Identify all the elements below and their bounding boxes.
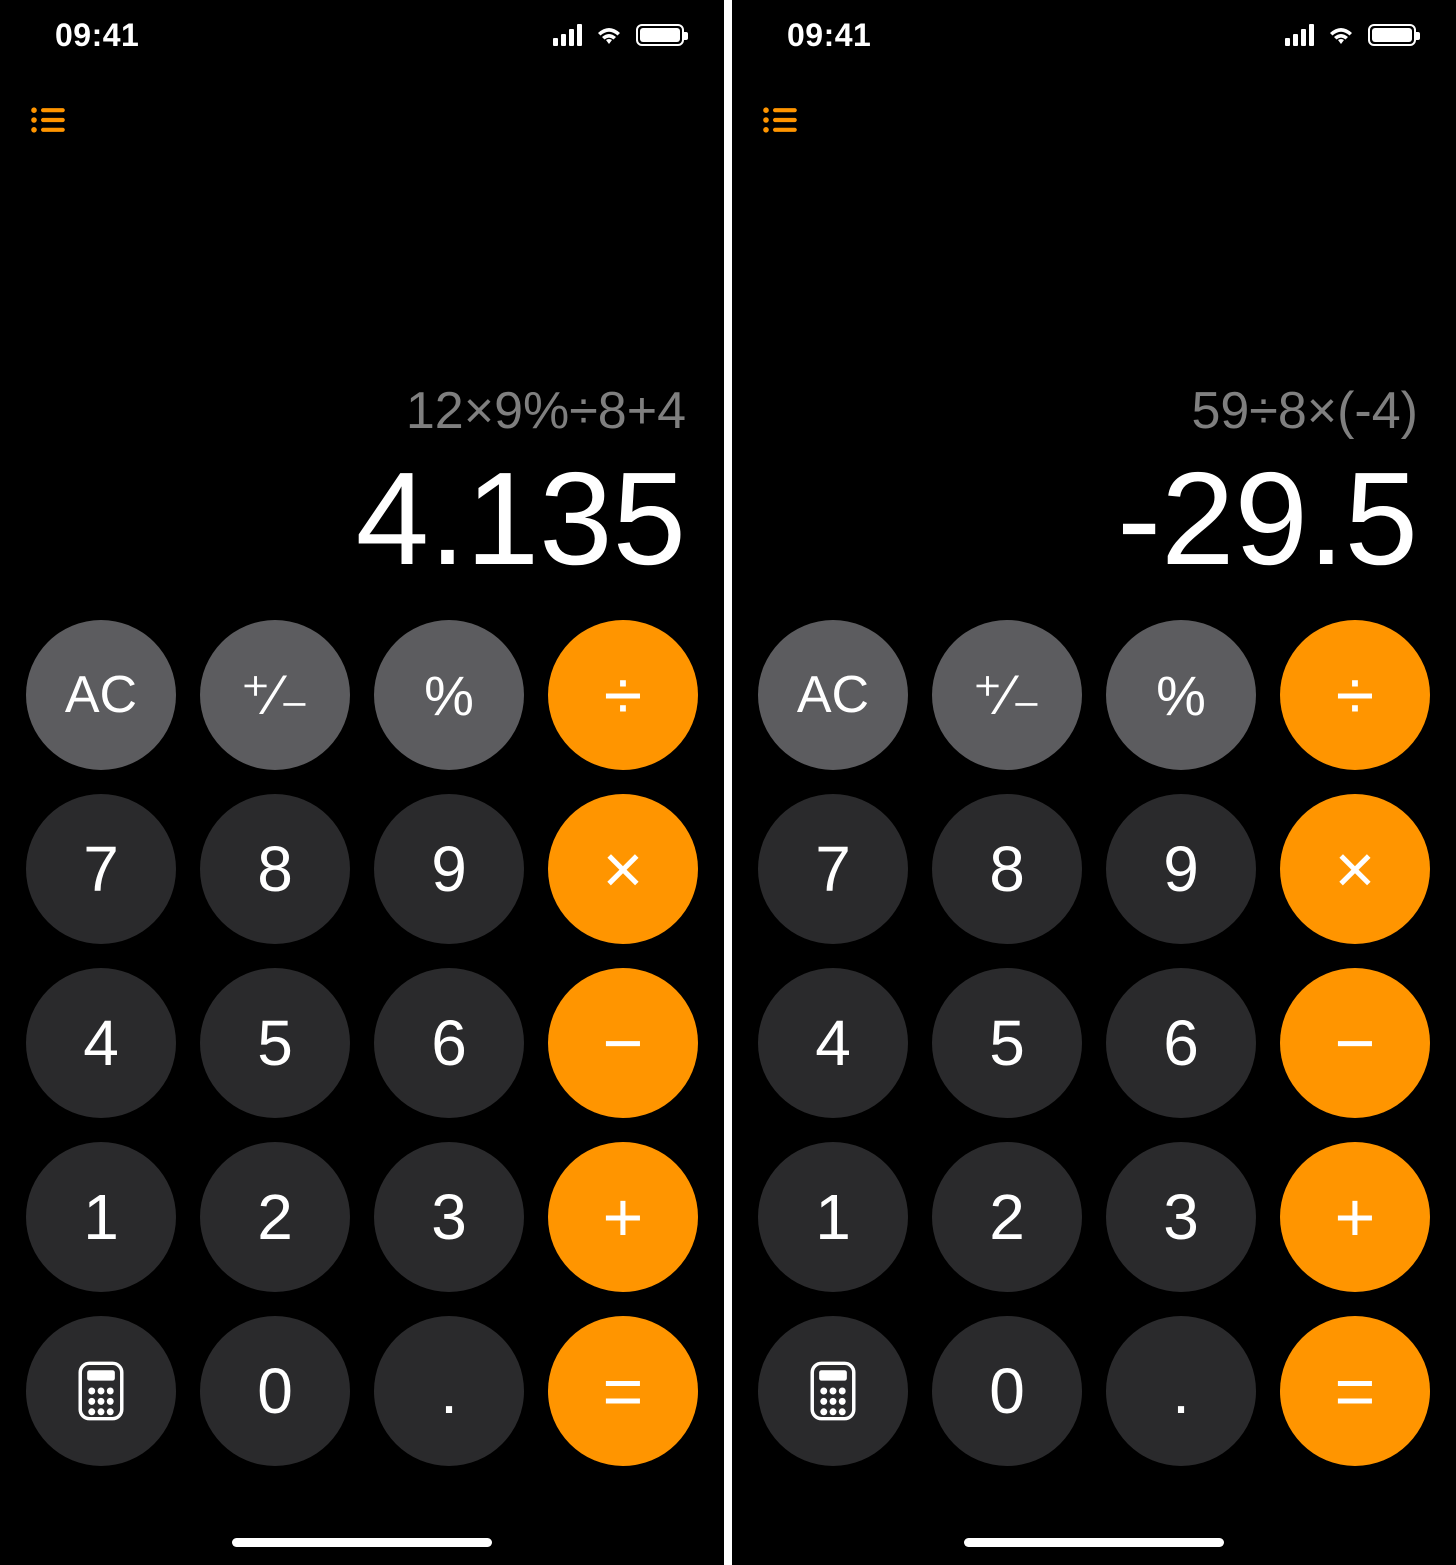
digit-7-button[interactable]: 7	[758, 794, 908, 944]
multiply-button[interactable]: ×	[1280, 794, 1430, 944]
home-indicator[interactable]	[232, 1538, 492, 1547]
minus-button[interactable]: −	[1280, 968, 1430, 1118]
mode-switch-button[interactable]	[26, 1316, 176, 1466]
status-time: 09:41	[787, 17, 871, 54]
decimal-button[interactable]: .	[374, 1316, 524, 1466]
sign-toggle-button[interactable]: ⁺∕₋	[932, 620, 1082, 770]
digit-7-button[interactable]: 7	[26, 794, 176, 944]
home-indicator[interactable]	[964, 1538, 1224, 1547]
calculator-screen-right: 09:41 59÷8×(-4) -29.5 AC ⁺∕₋ % ÷ 7 8	[732, 0, 1456, 1565]
history-button[interactable]	[28, 100, 68, 140]
keypad: AC ⁺∕₋ % ÷ 7 8 9 × 4 5 6 − 1 2 3 +	[0, 620, 724, 1466]
expression-text: 59÷8×(-4)	[1191, 381, 1418, 441]
calculator-icon	[76, 1361, 126, 1421]
expression-text: 12×9%÷8+4	[406, 381, 686, 441]
digit-0-button[interactable]: 0	[200, 1316, 350, 1466]
result-text: 4.135	[356, 453, 686, 585]
clear-button[interactable]: AC	[758, 620, 908, 770]
battery-icon	[636, 24, 684, 46]
decimal-button[interactable]: .	[1106, 1316, 1256, 1466]
cellular-signal-icon	[553, 24, 582, 46]
digit-4-button[interactable]: 4	[26, 968, 176, 1118]
status-indicators	[1285, 24, 1416, 46]
digit-6-button[interactable]: 6	[374, 968, 524, 1118]
list-icon	[31, 106, 65, 134]
digit-8-button[interactable]: 8	[932, 794, 1082, 944]
digit-5-button[interactable]: 5	[200, 968, 350, 1118]
calculator-icon	[808, 1361, 858, 1421]
sign-toggle-button[interactable]: ⁺∕₋	[200, 620, 350, 770]
plus-button[interactable]: +	[548, 1142, 698, 1292]
equals-button[interactable]: =	[1280, 1316, 1430, 1466]
digit-5-button[interactable]: 5	[932, 968, 1082, 1118]
percent-button[interactable]: %	[374, 620, 524, 770]
plus-button[interactable]: +	[1280, 1142, 1430, 1292]
wifi-icon	[594, 24, 624, 46]
list-icon	[763, 106, 797, 134]
multiply-button[interactable]: ×	[548, 794, 698, 944]
digit-8-button[interactable]: 8	[200, 794, 350, 944]
digit-9-button[interactable]: 9	[374, 794, 524, 944]
digit-3-button[interactable]: 3	[1106, 1142, 1256, 1292]
equals-button[interactable]: =	[548, 1316, 698, 1466]
digit-1-button[interactable]: 1	[26, 1142, 176, 1292]
clear-button[interactable]: AC	[26, 620, 176, 770]
display: 12×9%÷8+4 4.135	[0, 180, 724, 605]
wifi-icon	[1326, 24, 1356, 46]
digit-6-button[interactable]: 6	[1106, 968, 1256, 1118]
display: 59÷8×(-4) -29.5	[732, 180, 1456, 605]
status-time: 09:41	[55, 17, 139, 54]
percent-button[interactable]: %	[1106, 620, 1256, 770]
divide-button[interactable]: ÷	[1280, 620, 1430, 770]
cellular-signal-icon	[1285, 24, 1314, 46]
digit-0-button[interactable]: 0	[932, 1316, 1082, 1466]
minus-button[interactable]: −	[548, 968, 698, 1118]
divide-button[interactable]: ÷	[548, 620, 698, 770]
digit-9-button[interactable]: 9	[1106, 794, 1256, 944]
result-text: -29.5	[1117, 453, 1418, 585]
digit-4-button[interactable]: 4	[758, 968, 908, 1118]
digit-2-button[interactable]: 2	[200, 1142, 350, 1292]
status-bar: 09:41	[732, 0, 1456, 70]
digit-2-button[interactable]: 2	[932, 1142, 1082, 1292]
mode-switch-button[interactable]	[758, 1316, 908, 1466]
calculator-screen-left: 09:41 12×9%÷8+4 4.135 AC ⁺∕₋ % ÷ 7 8	[0, 0, 724, 1565]
battery-icon	[1368, 24, 1416, 46]
keypad: AC ⁺∕₋ % ÷ 7 8 9 × 4 5 6 − 1 2 3 +	[732, 620, 1456, 1466]
status-bar: 09:41	[0, 0, 724, 70]
status-indicators	[553, 24, 684, 46]
digit-3-button[interactable]: 3	[374, 1142, 524, 1292]
digit-1-button[interactable]: 1	[758, 1142, 908, 1292]
history-button[interactable]	[760, 100, 800, 140]
